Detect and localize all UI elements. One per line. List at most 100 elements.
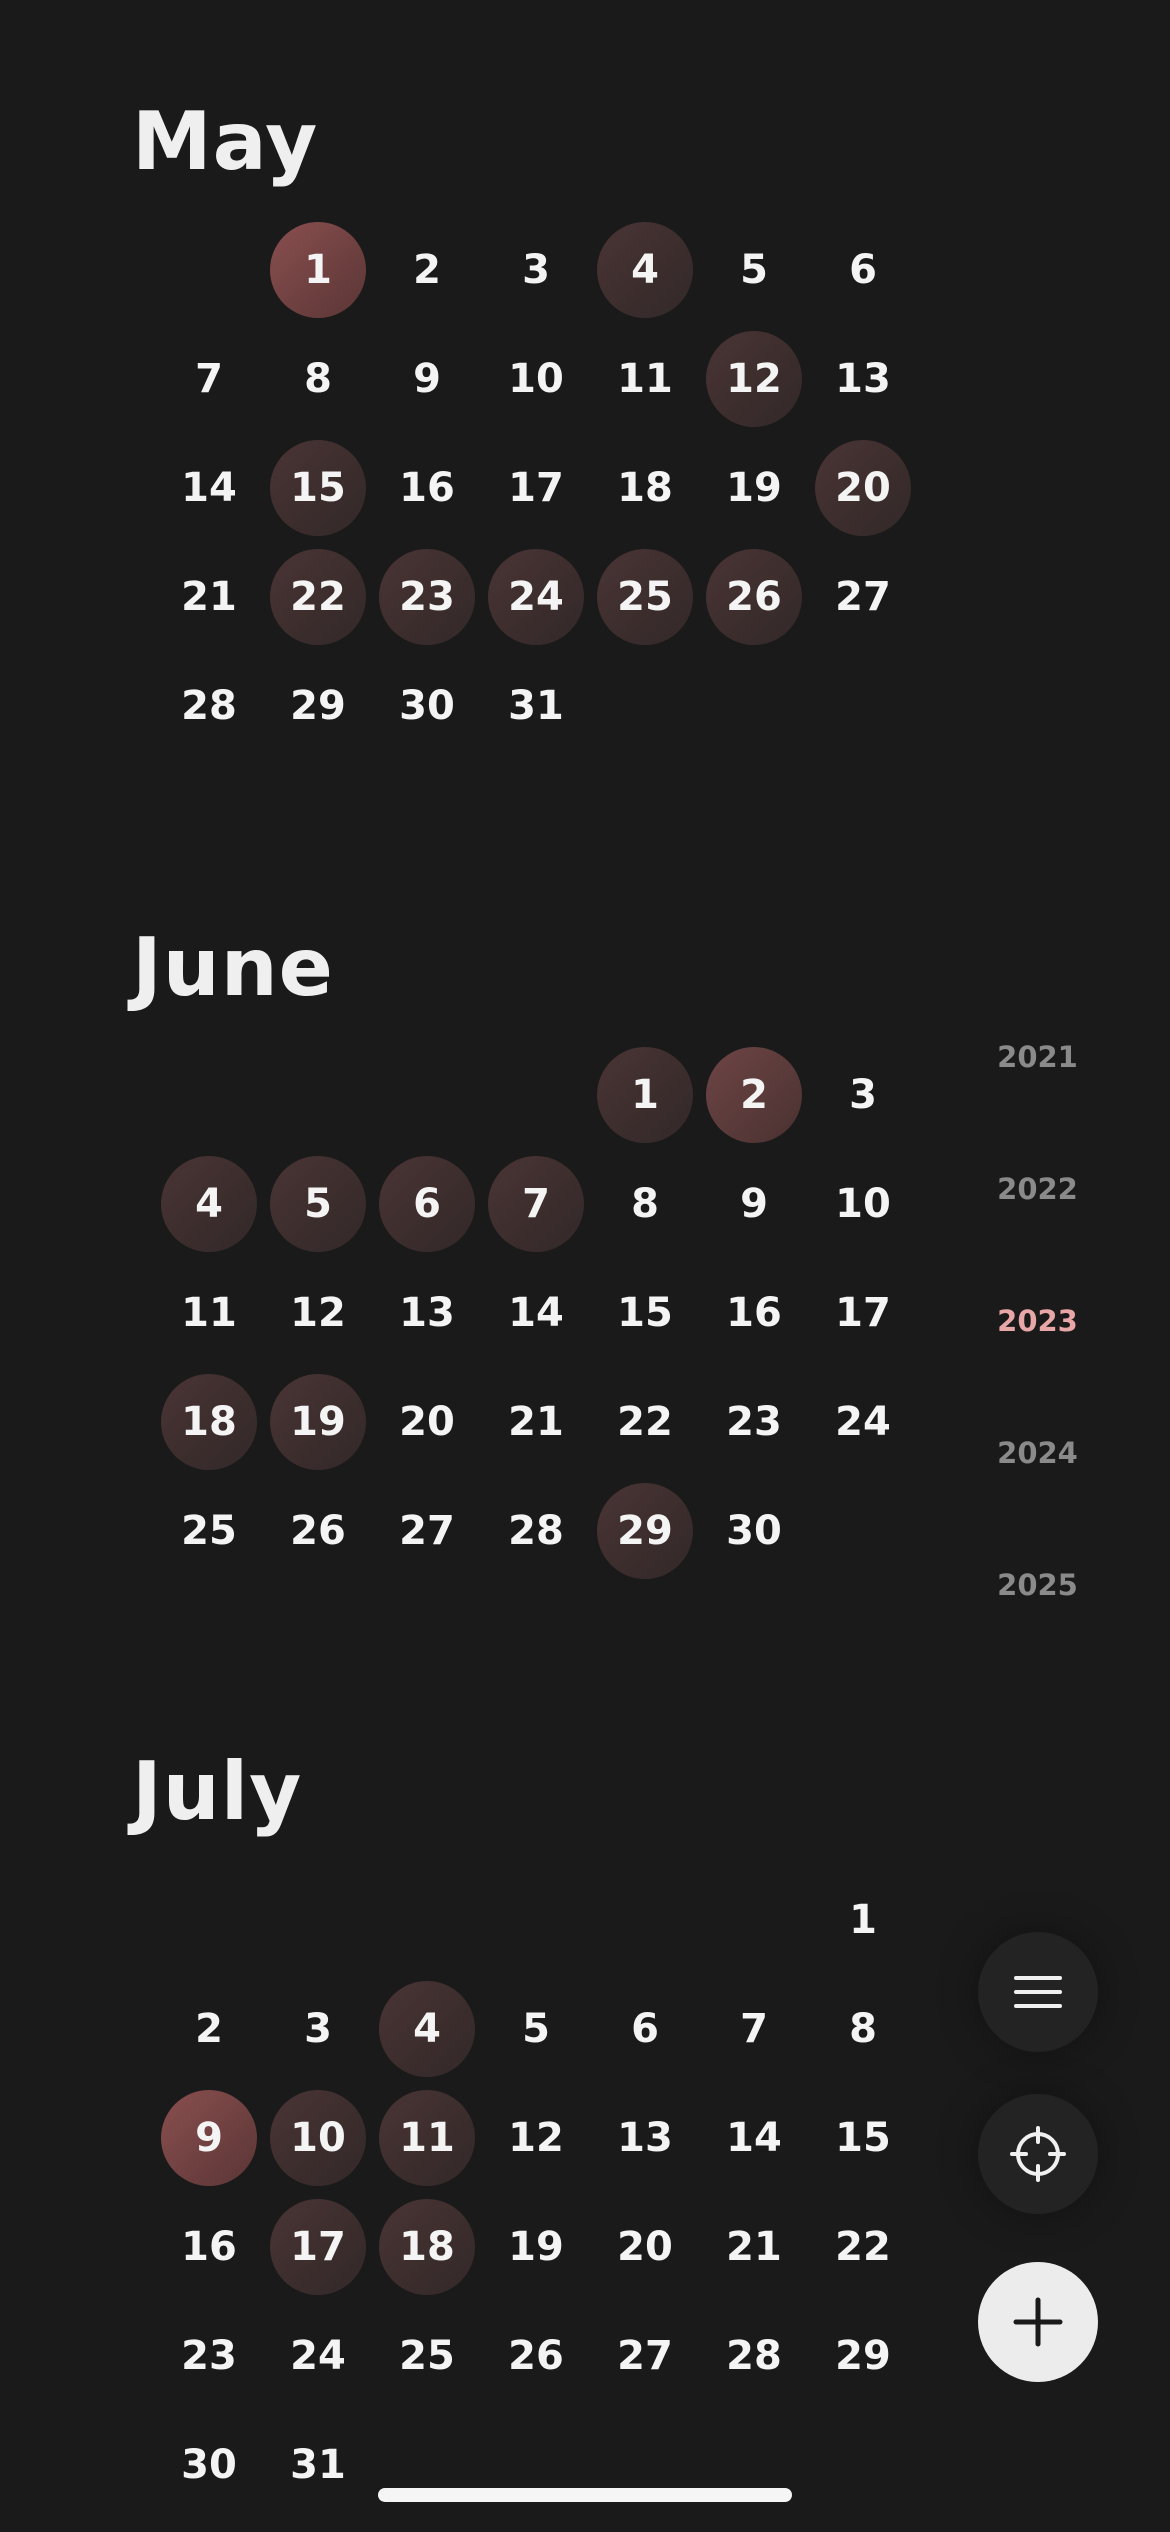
day-cell[interactable]: 14 [488,1265,584,1361]
day-cell[interactable]: 8 [270,331,366,427]
day-cell[interactable]: 10 [270,2090,366,2186]
day-cell[interactable]: 12 [706,331,802,427]
day-cell[interactable]: 7 [706,1981,802,2077]
day-cell[interactable]: 4 [161,1156,257,1252]
day-cell[interactable]: 10 [488,331,584,427]
day-cell[interactable]: 16 [706,1265,802,1361]
day-cell[interactable]: 8 [815,1981,911,2077]
day-cell[interactable]: 31 [270,2417,366,2513]
year-option[interactable]: 2023 [990,1304,1085,1338]
day-cell[interactable]: 17 [488,440,584,536]
day-cell[interactable]: 3 [488,222,584,318]
day-cell[interactable]: 11 [597,331,693,427]
day-cell[interactable]: 1 [597,1047,693,1143]
day-cell[interactable]: 22 [270,549,366,645]
day-cell[interactable]: 21 [161,549,257,645]
day-cell[interactable]: 5 [706,222,802,318]
day-cell[interactable]: 16 [379,440,475,536]
day-cell[interactable]: 7 [488,1156,584,1252]
day-cell[interactable]: 18 [597,440,693,536]
menu-button[interactable] [978,1932,1098,2052]
day-cell[interactable]: 6 [815,222,911,318]
day-cell[interactable]: 19 [488,2199,584,2295]
day-cell[interactable]: 12 [488,2090,584,2186]
day-cell[interactable]: 4 [597,222,693,318]
day-cell[interactable]: 30 [706,1483,802,1579]
day-cell[interactable]: 2 [161,1981,257,2077]
day-cell[interactable]: 2 [706,1047,802,1143]
day-cell[interactable]: 23 [706,1374,802,1470]
day-cell[interactable]: 4 [379,1981,475,2077]
day-cell[interactable]: 24 [815,1374,911,1470]
day-cell[interactable]: 29 [815,2308,911,2404]
day-cell[interactable]: 20 [815,440,911,536]
day-cell[interactable]: 23 [379,549,475,645]
day-cell[interactable]: 17 [270,2199,366,2295]
day-cell[interactable]: 11 [161,1265,257,1361]
day-cell[interactable]: 7 [161,331,257,427]
day-cell[interactable]: 15 [815,2090,911,2186]
day-cell[interactable]: 1 [815,1872,911,1968]
day-cell[interactable]: 28 [161,658,257,754]
day-cell[interactable]: 30 [379,658,475,754]
day-cell[interactable]: 11 [379,2090,475,2186]
day-cell[interactable]: 28 [488,1483,584,1579]
day-cell[interactable]: 16 [161,2199,257,2295]
day-cell[interactable]: 18 [161,1374,257,1470]
day-cell[interactable]: 25 [597,549,693,645]
day-cell[interactable]: 5 [488,1981,584,2077]
day-cell[interactable]: 22 [815,2199,911,2295]
home-indicator[interactable] [378,2488,792,2502]
day-cell[interactable]: 9 [706,1156,802,1252]
day-cell[interactable]: 10 [815,1156,911,1252]
day-cell[interactable]: 26 [706,549,802,645]
day-cell[interactable]: 13 [379,1265,475,1361]
day-cell[interactable]: 15 [597,1265,693,1361]
year-option[interactable]: 2025 [990,1568,1085,1602]
day-cell[interactable]: 29 [270,658,366,754]
locate-today-button[interactable] [978,2094,1098,2214]
day-cell[interactable]: 25 [379,2308,475,2404]
year-option[interactable]: 2024 [990,1436,1085,1470]
day-cell[interactable]: 27 [597,2308,693,2404]
day-cell[interactable]: 27 [379,1483,475,1579]
day-cell[interactable]: 28 [706,2308,802,2404]
day-cell[interactable]: 20 [379,1374,475,1470]
year-option[interactable]: 2021 [990,1040,1085,1074]
day-cell[interactable]: 21 [488,1374,584,1470]
day-cell[interactable]: 14 [161,440,257,536]
day-cell[interactable]: 2 [379,222,475,318]
day-cell[interactable]: 22 [597,1374,693,1470]
day-cell[interactable]: 3 [270,1981,366,2077]
day-cell[interactable]: 6 [597,1981,693,2077]
day-cell[interactable]: 29 [597,1483,693,1579]
day-cell[interactable]: 18 [379,2199,475,2295]
day-cell[interactable]: 23 [161,2308,257,2404]
day-cell[interactable]: 19 [270,1374,366,1470]
day-cell[interactable]: 8 [597,1156,693,1252]
add-button[interactable] [978,2262,1098,2382]
day-cell[interactable]: 26 [488,2308,584,2404]
day-cell[interactable]: 9 [161,2090,257,2186]
year-option[interactable]: 2022 [990,1172,1085,1206]
day-cell[interactable]: 24 [488,549,584,645]
day-cell[interactable]: 14 [706,2090,802,2186]
day-cell[interactable]: 27 [815,549,911,645]
day-cell[interactable]: 13 [815,331,911,427]
day-cell[interactable]: 12 [270,1265,366,1361]
day-cell[interactable]: 26 [270,1483,366,1579]
day-cell[interactable]: 31 [488,658,584,754]
day-cell[interactable]: 24 [270,2308,366,2404]
day-cell[interactable]: 30 [161,2417,257,2513]
day-cell[interactable]: 17 [815,1265,911,1361]
day-cell[interactable]: 6 [379,1156,475,1252]
day-cell[interactable]: 3 [815,1047,911,1143]
day-cell[interactable]: 19 [706,440,802,536]
day-cell[interactable]: 1 [270,222,366,318]
day-cell[interactable]: 21 [706,2199,802,2295]
day-cell[interactable]: 25 [161,1483,257,1579]
day-cell[interactable]: 9 [379,331,475,427]
day-cell[interactable]: 20 [597,2199,693,2295]
day-cell[interactable]: 13 [597,2090,693,2186]
day-cell[interactable]: 5 [270,1156,366,1252]
